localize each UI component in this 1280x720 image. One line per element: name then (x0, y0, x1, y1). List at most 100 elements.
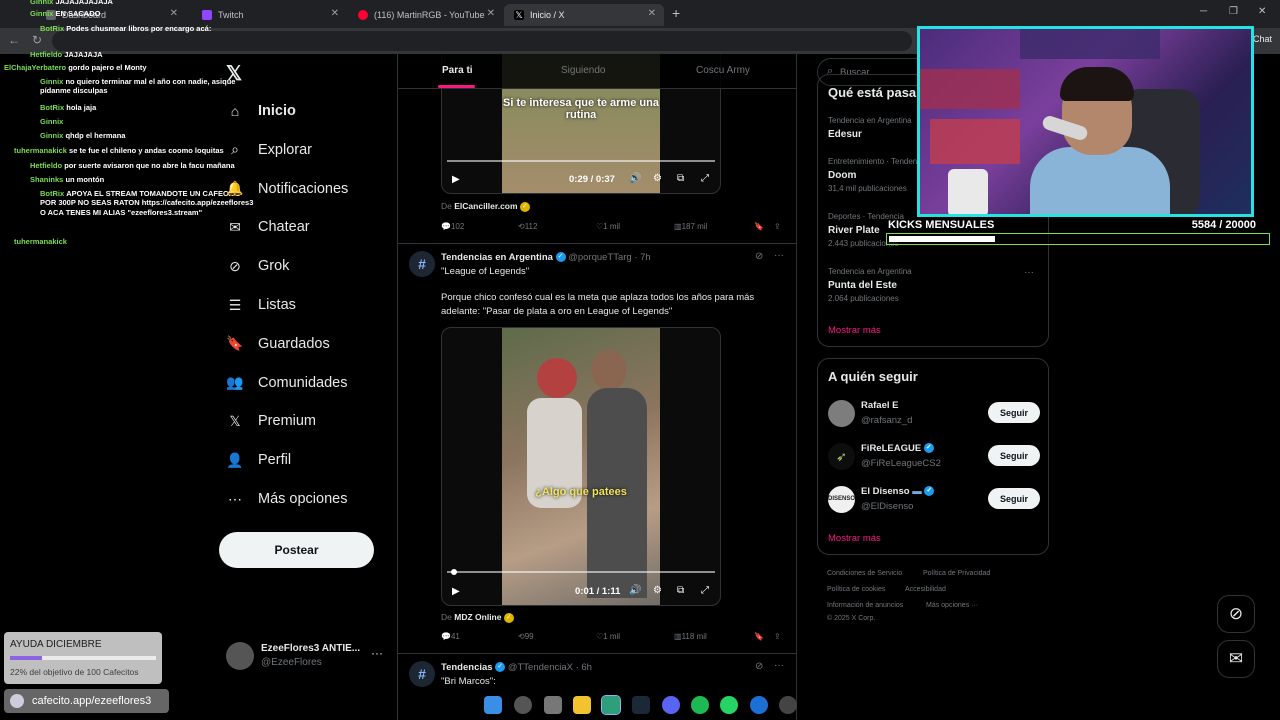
play-icon[interactable]: ▶ (452, 586, 460, 597)
avatar[interactable]: # (409, 251, 435, 277)
chat-username[interactable]: ElChajaYerbatero (4, 63, 66, 72)
nav-item-más-opciones[interactable]: ⋯ Más opciones (226, 487, 347, 511)
author-name[interactable]: Tendencias en Argentina (441, 252, 553, 263)
app-icon[interactable] (750, 696, 768, 714)
follow-suggestion[interactable]: ➶ FiReLEAGUE ✓ @FiReLeagueCS2 Seguir (828, 441, 1040, 475)
chat-username[interactable]: Ginnix (40, 77, 63, 86)
obs-icon[interactable] (779, 696, 797, 714)
progress-handle[interactable] (451, 569, 457, 575)
grok-icon[interactable]: ⊘ (755, 661, 763, 672)
nav-item-comunidades[interactable]: 👥 Comunidades (226, 371, 347, 395)
nav-item-explorar[interactable]: ⌕ Explorar (226, 138, 312, 162)
show-more-link[interactable]: Mostrar más (828, 533, 881, 544)
author-handle[interactable]: @TTendenciaX · 6h (508, 662, 592, 673)
footer-link[interactable]: Política de Privacidad (923, 570, 990, 577)
tab-coscu-army[interactable]: Coscu Army (696, 65, 750, 76)
chat-username[interactable]: BotRix (40, 189, 64, 198)
share-icon[interactable]: ⇪ (774, 632, 781, 641)
follow-suggestion[interactable]: DISENSO El Disenso ▬ ✓ @ElDisenso Seguir (828, 484, 1040, 518)
follow-button[interactable]: Seguir (988, 445, 1040, 466)
footer-link[interactable]: Más opciones ··· (926, 602, 978, 609)
nav-item-chatear[interactable]: ✉ Chatear (226, 215, 309, 239)
tab-x-home[interactable]: 𝕏 Inicio / X ✕ (504, 4, 664, 26)
footer-link[interactable]: Accesibilidad (905, 586, 946, 593)
pip-icon[interactable]: ⧉ (677, 173, 684, 184)
pip-icon[interactable]: ⧉ (677, 585, 684, 596)
like-button[interactable]: ♡ 1 mil (596, 632, 620, 641)
minimize-icon[interactable]: ─ (1200, 6, 1207, 17)
author-handle[interactable]: @porqueTTarg · 7h (568, 252, 651, 263)
video-source[interactable]: De ElCanciller.com ✓ (441, 201, 530, 212)
repost-button[interactable]: ⟲ 99 (518, 632, 534, 641)
author-name[interactable]: Tendencias (441, 662, 493, 673)
whatsapp-icon[interactable] (720, 696, 738, 714)
fullscreen-icon[interactable]: ⤢ (701, 173, 709, 184)
reply-button[interactable]: 💬 102 (441, 222, 464, 231)
chat-username[interactable]: Ginnix (40, 117, 63, 126)
account-switcher[interactable]: EzeeFlores3 ANTIE... @EzeeFlores ··· (226, 640, 386, 674)
spotify-icon[interactable] (691, 696, 709, 714)
avatar[interactable]: # (409, 661, 435, 687)
browser-icon[interactable] (601, 695, 621, 715)
nav-item-notificaciones[interactable]: 🔔 Notificaciones (226, 177, 348, 201)
chat-username[interactable]: tuhermanakick (14, 237, 67, 246)
settings-icon[interactable]: ⚙ (653, 173, 662, 184)
footer-link[interactable]: Información de anuncios (827, 602, 903, 609)
new-tab-button[interactable]: + (672, 5, 680, 21)
chat-username[interactable]: BotRix (40, 24, 64, 33)
follow-suggestion[interactable]: Rafael E @rafsanz_d Seguir (828, 398, 1040, 432)
nav-item-inicio[interactable]: ⌂ Inicio (226, 99, 296, 123)
chat-username[interactable]: Ginnix (40, 131, 63, 140)
nav-item-grok[interactable]: ⊘ Grok (226, 254, 289, 278)
volume-icon[interactable]: 🔊 (629, 585, 641, 596)
nav-item-listas[interactable]: ☰ Listas (226, 293, 296, 317)
views-button[interactable]: ▥ 187 mil (674, 222, 707, 231)
steam-icon[interactable] (632, 696, 650, 714)
like-button[interactable]: ♡ 1 mil (596, 222, 620, 231)
more-icon[interactable]: ··· (1024, 267, 1034, 278)
repost-button[interactable]: ⟲ 112 (518, 222, 537, 231)
play-icon[interactable]: ▶ (452, 174, 460, 185)
video-progress-bar[interactable] (447, 571, 715, 573)
more-icon[interactable]: ··· (774, 660, 784, 671)
bookmark-icon[interactable]: 🔖 (754, 632, 764, 641)
close-icon[interactable]: ✕ (648, 8, 656, 19)
follow-button[interactable]: Seguir (988, 402, 1040, 423)
grok-icon[interactable]: ⊘ (755, 251, 763, 262)
tab-siguiendo[interactable]: Siguiendo (561, 65, 605, 76)
nav-item-perfil[interactable]: 👤 Perfil (226, 448, 291, 472)
post-button[interactable]: Postear (219, 532, 374, 568)
task-view-icon[interactable] (544, 696, 562, 714)
chat-username[interactable]: Hetfieldo (30, 161, 62, 170)
tab-para-ti[interactable]: Para ti (442, 65, 473, 76)
more-icon[interactable]: ··· (371, 646, 383, 660)
settings-icon[interactable]: ⚙ (653, 585, 662, 596)
share-icon[interactable]: ⇪ (774, 222, 781, 231)
chat-username[interactable]: Hetfieldo (30, 50, 62, 59)
more-icon[interactable]: ··· (774, 250, 784, 261)
grok-icon[interactable]: ⊘ (1217, 595, 1255, 633)
chat-button[interactable]: Chat (1253, 34, 1272, 44)
follow-button[interactable]: Seguir (988, 488, 1040, 509)
chat-username[interactable]: tuhermanakick (14, 146, 67, 155)
views-button[interactable]: ▥ 118 mil (674, 632, 707, 641)
tab-youtube[interactable]: (116) MartinRGB - YouTube ✕ (348, 4, 503, 26)
messages-icon[interactable]: ✉ (1217, 640, 1255, 678)
folder-icon[interactable] (573, 696, 591, 714)
video-progress-bar[interactable] (447, 160, 715, 162)
chat-username[interactable]: BotRix (40, 103, 64, 112)
search-icon[interactable] (514, 696, 532, 714)
trend-item[interactable]: Tendencia en Argentina Punta del Este 2.… (828, 267, 1040, 303)
video-player[interactable]: ¿Algo que patees ▶ 0:01 / 1:11 🔊 ⚙ ⧉ ⤢ (441, 327, 721, 606)
volume-icon[interactable]: 🔊 (629, 173, 641, 184)
close-window-icon[interactable]: ✕ (1258, 6, 1266, 17)
fullscreen-icon[interactable]: ⤢ (701, 585, 709, 596)
x-logo-icon[interactable]: 𝕏 (226, 61, 242, 86)
close-icon[interactable]: ✕ (331, 8, 339, 19)
nav-item-premium[interactable]: 𝕏 Premium (226, 409, 316, 433)
footer-link[interactable]: Condiciones de Servicio (827, 570, 902, 577)
chat-username[interactable]: Ginnix (30, 9, 53, 18)
close-icon[interactable]: ✕ (487, 8, 495, 19)
show-more-link[interactable]: Mostrar más (828, 325, 881, 336)
maximize-icon[interactable]: ❐ (1229, 6, 1238, 17)
